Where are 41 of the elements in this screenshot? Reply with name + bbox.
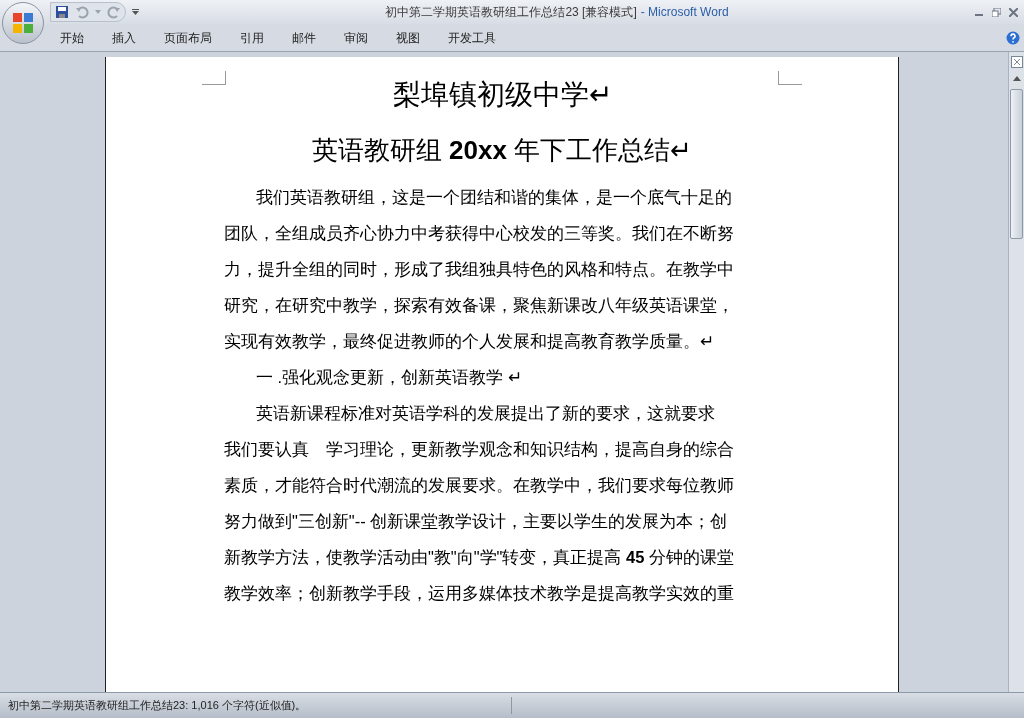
text-line: 我们要认真 学习理论，更新教学观念和知识结构，提高自身的综合	[224, 439, 735, 460]
ribbon-tab[interactable]: 开发工具	[436, 28, 508, 47]
office-button[interactable]	[2, 2, 44, 44]
text-line: 英语新课程标准对英语学科的发展提出了新的要求，这就要求	[255, 403, 716, 424]
restore-icon[interactable]	[992, 7, 1001, 17]
ruler-toggle-icon[interactable]	[1010, 56, 1023, 68]
margin-corner-mark	[778, 71, 802, 85]
customize-toolbar-icon[interactable]	[132, 9, 139, 15]
margin-corner-mark	[202, 71, 226, 85]
text-line: 团队，全组成员齐心协力中考获得中心校发的三等奖。我们在不断努	[224, 223, 735, 244]
redo-icon[interactable]	[107, 5, 121, 19]
vertical-scrollbar[interactable]	[1008, 52, 1024, 692]
ribbon-tab[interactable]: 视图	[384, 28, 432, 47]
text-line: 一 .强化观念更新，创新英语教学 ↵	[255, 367, 523, 388]
document-heading: 梨埠镇初级中学↵	[392, 78, 612, 112]
scroll-thumb[interactable]	[1010, 89, 1023, 239]
text-line: 教学效率；创新教学手段，运用多媒体技术教学是提高教学实效的重	[224, 583, 735, 604]
text-line: 力，提升全组的同时，形成了我组独具特色的风格和特点。在教学中	[224, 259, 735, 280]
scroll-up-icon[interactable]	[1012, 76, 1021, 81]
text-line: 研究，在研究中教学，探索有效备课，聚焦新课改八年级英语课堂，	[224, 295, 735, 316]
text-line: 努力做到"三创新"-- 创新课堂教学设计，主要以学生的发展为本；创	[224, 511, 729, 532]
text-line: 实现有效教学，最终促进教师的个人发展和提高教育教学质量。↵	[224, 331, 715, 352]
office-logo-icon	[12, 12, 34, 34]
app-name: - Microsoft Word	[640, 4, 729, 21]
ribbon-tab[interactable]: 开始	[48, 28, 96, 47]
close-icon[interactable]	[1009, 7, 1018, 17]
status-text: 初中第二学期英语教研组工作总结23: 1,016 个字符(近似值)。	[0, 697, 512, 714]
dropdown-caret-icon[interactable]	[95, 10, 101, 14]
save-icon[interactable]	[55, 5, 69, 19]
text-line: 素质，才能符合时代潮流的发展要求。在教学中，我们要求每位教师	[224, 475, 735, 496]
help-icon[interactable]	[1006, 30, 1020, 45]
text-line: 我们英语教研组，这是一个团结和谐的集体，是一个底气十足的	[255, 187, 733, 208]
ribbon-tab[interactable]: 邮件	[280, 28, 328, 47]
document-subheading: 英语教研组 20xx 年下工作总结↵	[311, 134, 693, 167]
undo-icon[interactable]	[75, 5, 89, 19]
window-title: 初中第二学期英语教研组工作总结23 [兼容模式]	[385, 4, 637, 21]
ribbon-tab[interactable]: 审阅	[332, 28, 380, 47]
ribbon-tab[interactable]: 引用	[228, 28, 276, 47]
ribbon-tab[interactable]: 页面布局	[152, 28, 224, 47]
ribbon-tab[interactable]: 插入	[100, 28, 148, 47]
text-line: 新教学方法，使教学活动由"教"向"学"转变，真正提高 45 分钟的课堂	[224, 547, 735, 568]
